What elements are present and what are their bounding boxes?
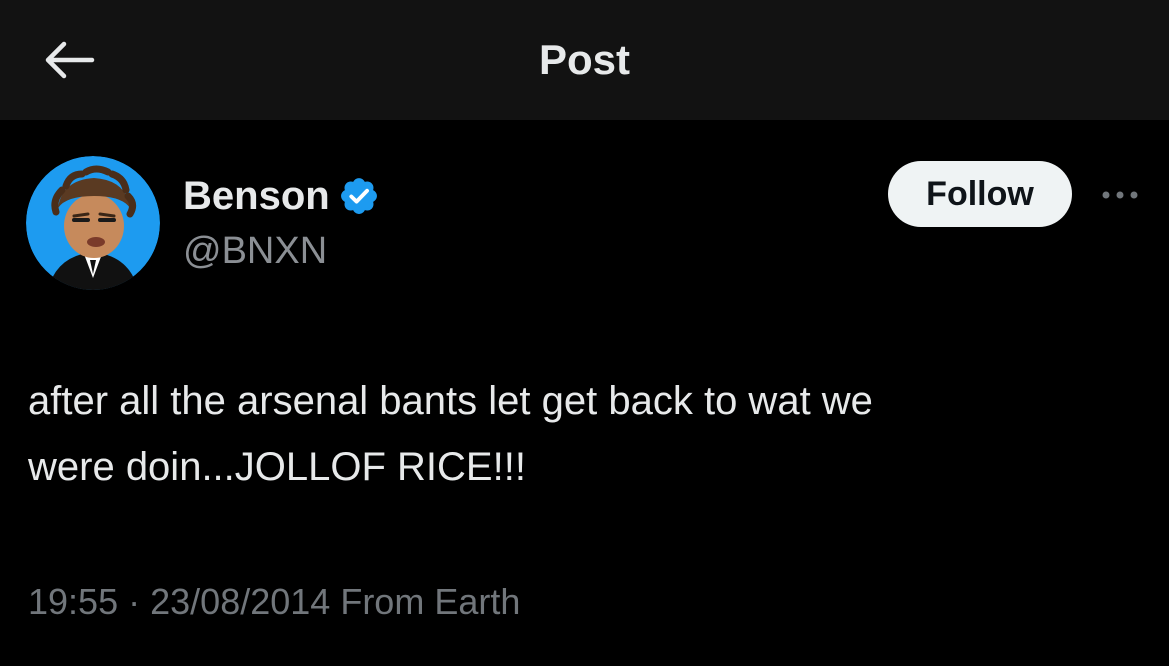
- post-meta: 19:55 · 23/08/2014 From Earth: [28, 578, 520, 626]
- page-title: Post: [538, 36, 630, 83]
- more-options-button[interactable]: [1096, 180, 1144, 210]
- author-name-row: Benson: [183, 170, 380, 222]
- post-location: From Earth: [340, 581, 521, 622]
- avatar-image: [26, 156, 160, 290]
- more-options-icon: [1102, 191, 1138, 199]
- meta-separator: ·: [128, 581, 141, 622]
- follow-button[interactable]: Follow: [888, 161, 1072, 227]
- post-text: after all the arsenal bants let get back…: [28, 379, 873, 489]
- avatar[interactable]: [26, 156, 160, 290]
- post-date[interactable]: 23/08/2014: [150, 581, 330, 622]
- display-name[interactable]: Benson: [183, 170, 330, 222]
- post-time[interactable]: 19:55: [28, 581, 118, 622]
- author-handle[interactable]: @BNXN: [183, 226, 327, 276]
- verified-badge-icon: [338, 175, 380, 217]
- top-bar: Post: [0, 0, 1169, 120]
